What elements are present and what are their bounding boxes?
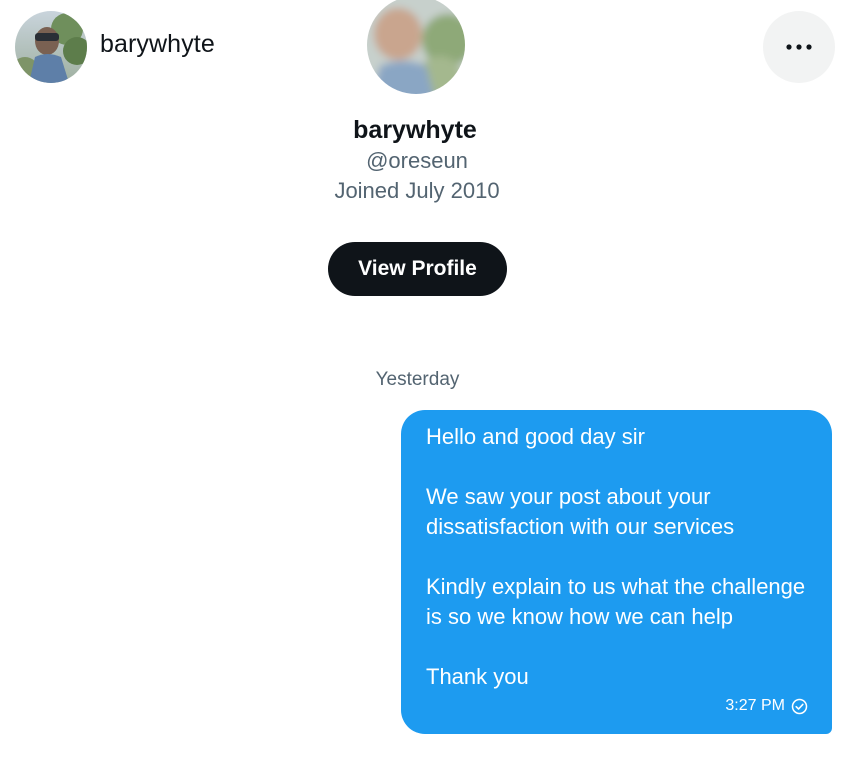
message-text: Hello and good day sir We saw your post …	[426, 424, 806, 689]
date-divider: Yesterday	[375, 369, 460, 390]
profile-handle: @oreseun	[366, 148, 468, 173]
profile-display-name: barywhyte	[353, 116, 477, 144]
avatar-photo	[15, 11, 87, 83]
message-timestamp: 3:27 PM	[725, 697, 785, 714]
more-options-button[interactable]	[763, 11, 835, 83]
profile-avatar[interactable]	[364, 0, 468, 94]
avatar-photo-blurred	[367, 0, 465, 94]
more-horizontal-icon	[786, 44, 812, 50]
message-meta: 3:27 PM	[725, 691, 808, 721]
sent-check-icon	[791, 698, 808, 714]
header-display-name[interactable]: barywhyte	[100, 30, 215, 59]
profile-joined-date: Joined July 2010	[334, 178, 500, 203]
view-profile-button[interactable]: View Profile	[328, 242, 507, 296]
message-bubble[interactable]: Hello and good day sir We saw your post …	[401, 410, 832, 734]
dm-conversation-page: barywhyte barywhyte @oreseun Joined July…	[0, 0, 844, 757]
header-avatar[interactable]	[15, 11, 87, 83]
